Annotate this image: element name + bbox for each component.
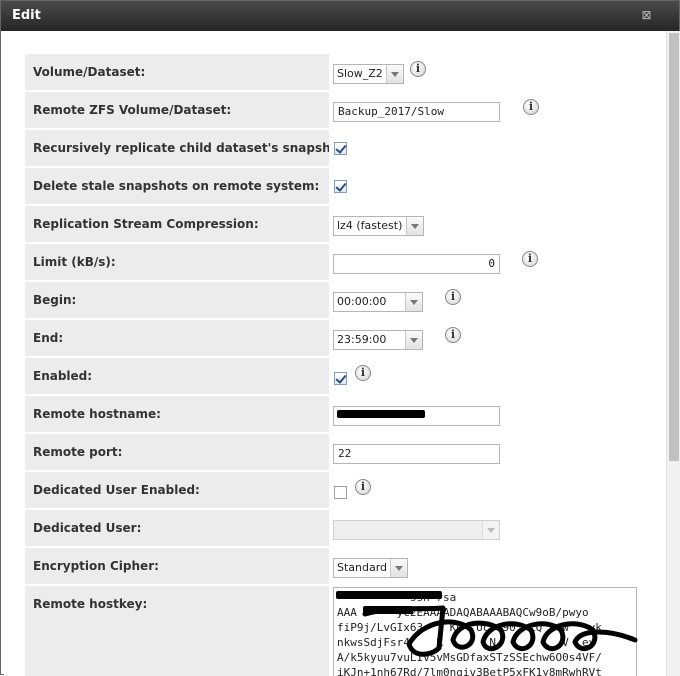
recursive-checkbox[interactable] — [334, 142, 347, 155]
end-label: End: — [25, 320, 329, 356]
begin-label: Begin: — [25, 282, 329, 318]
dialog-content: Volume/Dataset: Slow_Z2 i Remote ZFS Vol… — [4, 31, 666, 676]
end-time-select[interactable]: 23:59:00 — [333, 330, 423, 350]
row-end: End: 23:59:00 i — [25, 320, 645, 358]
recursive-label: Recursively replicate child dataset's sn… — [25, 130, 329, 166]
row-dedicated-user: Dedicated User: — [25, 510, 645, 548]
encryption-cipher-value: Standard — [337, 561, 388, 574]
replication-form: Volume/Dataset: Slow_Z2 i Remote ZFS Vol… — [25, 54, 645, 676]
row-enabled: Enabled: i — [25, 358, 645, 396]
dedicated-user-label: Dedicated User: — [25, 510, 329, 546]
compression-select[interactable]: lz4 (fastest) — [333, 216, 424, 236]
dedicated-user-select[interactable] — [333, 520, 500, 540]
row-remote-hostkey: Remote hostkey: ssh-rsa AAA yc2EAAAADAQA… — [25, 586, 645, 676]
remote-port-label: Remote port: — [25, 434, 329, 470]
row-remote-hostname: Remote hostname: — [25, 396, 645, 434]
delete-stale-label: Delete stale snapshots on remote system: — [25, 168, 329, 204]
vertical-scrollbar[interactable] — [666, 31, 680, 676]
dialog-title: Edit — [12, 8, 41, 23]
compression-value: lz4 (fastest) — [337, 219, 403, 232]
volume-dataset-label: Volume/Dataset: — [25, 54, 329, 90]
remote-zfs-label: Remote ZFS Volume/Dataset: — [25, 92, 329, 128]
end-time-value: 23:59:00 — [337, 333, 387, 346]
row-encryption-cipher: Encryption Cipher: Standard — [25, 548, 645, 586]
info-icon[interactable]: i — [355, 479, 371, 495]
dialog-titlebar[interactable]: Edit — [1, 1, 679, 31]
info-icon[interactable]: i — [523, 99, 539, 115]
info-icon[interactable]: i — [522, 251, 538, 267]
chevron-down-icon[interactable] — [405, 331, 422, 349]
begin-time-value: 00:00:00 — [337, 295, 387, 308]
encryption-cipher-label: Encryption Cipher: — [25, 548, 329, 584]
begin-time-select[interactable]: 00:00:00 — [333, 292, 423, 312]
redaction-bar — [336, 591, 442, 599]
info-icon[interactable]: i — [445, 327, 461, 343]
remote-hostname-label: Remote hostname: — [25, 396, 329, 432]
row-volume-dataset: Volume/Dataset: Slow_Z2 i — [25, 54, 645, 92]
remote-zfs-input[interactable]: Backup_2017/Slow — [333, 102, 500, 122]
chevron-down-icon[interactable] — [390, 559, 407, 577]
row-recursive: Recursively replicate child dataset's sn… — [25, 130, 645, 168]
hostkey-line: iKJn+1nh67Rd/7lm0ngiv3BetP5xFK1y8mRwhRVt — [337, 666, 602, 676]
row-delete-stale: Delete stale snapshots on remote system: — [25, 168, 645, 206]
dedicated-user-enabled-checkbox[interactable] — [334, 486, 347, 499]
info-icon[interactable]: i — [445, 289, 461, 305]
remote-port-input[interactable]: 22 — [333, 444, 500, 464]
row-begin: Begin: 00:00:00 i — [25, 282, 645, 320]
dedicated-user-enabled-label: Dedicated User Enabled: — [25, 472, 329, 508]
enabled-checkbox[interactable] — [334, 372, 347, 385]
limit-input[interactable]: 0 — [333, 254, 500, 274]
row-remote-zfs: Remote ZFS Volume/Dataset: Backup_2017/S… — [25, 92, 645, 130]
row-compression: Replication Stream Compression: lz4 (fas… — [25, 206, 645, 244]
chevron-down-icon[interactable] — [482, 521, 499, 539]
compression-label: Replication Stream Compression: — [25, 206, 329, 242]
encryption-cipher-select[interactable]: Standard — [333, 558, 408, 578]
limit-label: Limit (kB/s): — [25, 244, 329, 280]
delete-stale-checkbox[interactable] — [334, 180, 347, 193]
volume-dataset-value: Slow_Z2 — [337, 67, 383, 80]
chevron-down-icon[interactable] — [386, 65, 403, 83]
enabled-label: Enabled: — [25, 358, 329, 394]
info-icon[interactable]: i — [355, 365, 371, 381]
row-dedicated-user-enabled: Dedicated User Enabled: i — [25, 472, 645, 510]
row-remote-port: Remote port: 22 — [25, 434, 645, 472]
scrollbar-thumb[interactable] — [669, 33, 679, 461]
chevron-down-icon[interactable] — [405, 293, 422, 311]
remote-hostkey-label: Remote hostkey: — [25, 586, 329, 676]
info-icon[interactable]: i — [410, 61, 426, 77]
chevron-down-icon[interactable] — [406, 217, 423, 235]
edit-dialog: Edit ⊠ Volume/Dataset: Slow_Z2 i Remote … — [0, 0, 680, 676]
close-icon[interactable]: ⊠ — [640, 9, 653, 22]
row-limit: Limit (kB/s): 0 i — [25, 244, 645, 282]
redaction-bar — [337, 410, 425, 418]
redaction-scribble — [362, 605, 638, 657]
volume-dataset-select[interactable]: Slow_Z2 — [333, 64, 404, 84]
